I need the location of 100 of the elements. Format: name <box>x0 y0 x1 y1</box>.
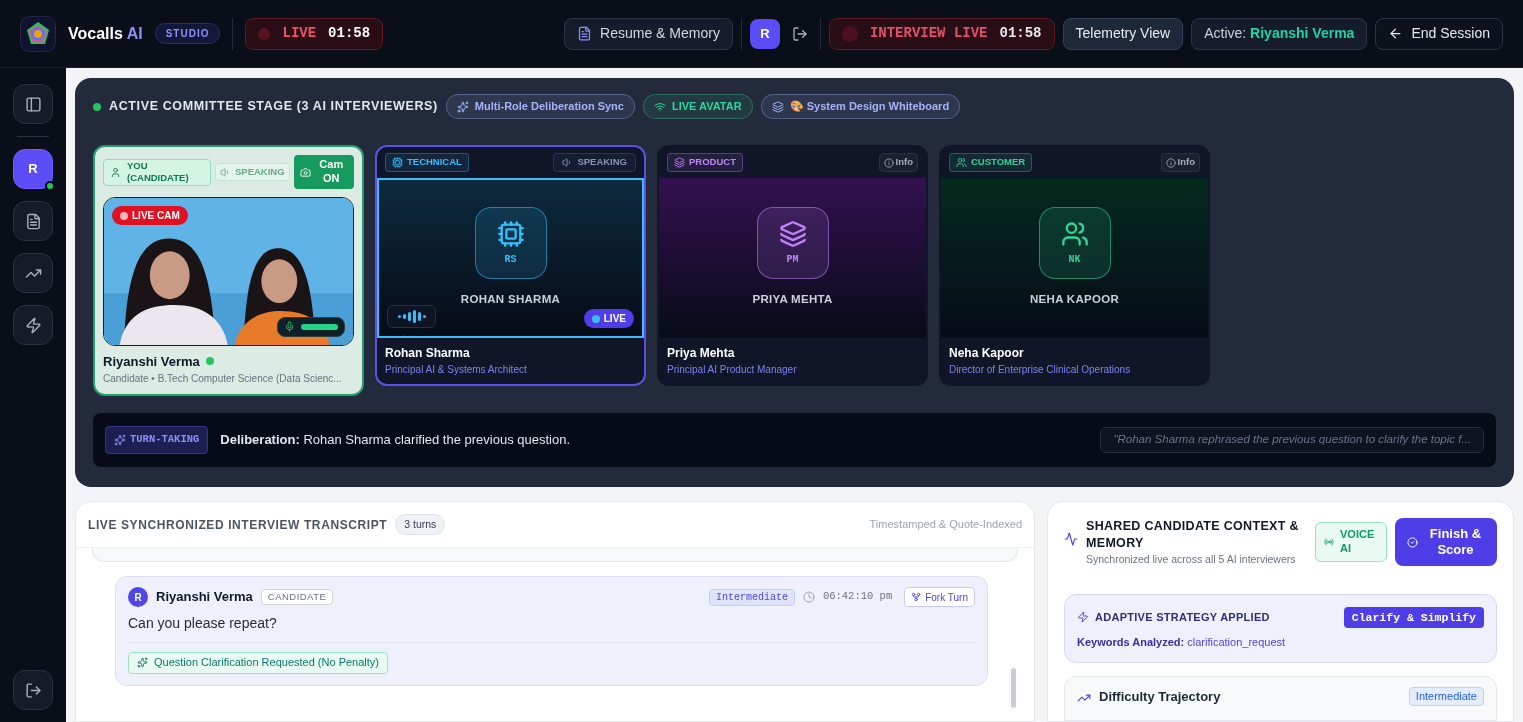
info-button[interactable]: Info <box>878 153 918 172</box>
keywords-line: Keywords Analyzed: clarification_request <box>1077 634 1287 650</box>
speaker-icon <box>219 166 231 178</box>
turn-taking-badge: TURN-TAKING <box>105 426 209 454</box>
chip-icon <box>392 157 403 168</box>
difficulty-title: Difficulty Trajectory <box>1099 688 1221 707</box>
logo-icon <box>20 15 56 52</box>
activity-icon <box>1064 532 1078 546</box>
broadcast-icon <box>1324 537 1334 547</box>
feature-tag: LIVE AVATAR <box>642 94 753 119</box>
avatar-initials: NK <box>1068 252 1081 267</box>
check-circle-icon <box>1407 536 1418 548</box>
brand-name: Vocalls AI <box>68 23 143 44</box>
sidebar-nav-button[interactable] <box>13 84 53 124</box>
role-badge: PRODUCT <box>667 153 743 172</box>
info-button[interactable]: Info <box>1160 153 1200 172</box>
camera-icon <box>299 166 311 178</box>
feature-tag: 🎨 System Design Whiteboard <box>760 94 961 119</box>
message-text: Can you please repeat? <box>128 614 278 633</box>
finish-score-button[interactable]: Finish & Score <box>1395 518 1497 566</box>
sparkles-icon <box>137 657 148 668</box>
voice-ai-badge: VOICE AI <box>1315 522 1387 562</box>
transcript-note: Timestamped & Quote-Indexed <box>869 517 1022 533</box>
feature-tag: Multi-Role Deliberation Sync <box>445 94 635 119</box>
candidate-subtitle: Candidate • B.Tech Computer Science (Data Scienc... <box>103 372 343 386</box>
live-cam-badge: LIVE CAM <box>112 206 188 225</box>
user-avatar[interactable]: R <box>749 18 780 49</box>
sidebar-nav-button[interactable] <box>13 305 53 345</box>
strategy-badge: Clarify & Simplify <box>1343 606 1484 628</box>
layers-icon <box>778 219 807 248</box>
candidate-badge: YOU (CANDIDATE) <box>103 158 211 186</box>
level-label: Intermediate <box>708 588 795 606</box>
telemetry-button[interactable]: Telemetry View <box>1062 17 1184 50</box>
sidebar-panel-icon <box>24 95 42 113</box>
interviewer-display-name: ROHAN SHARMA <box>460 292 561 308</box>
role-label: CANDIDATE <box>260 588 334 606</box>
sidebar-nav-button[interactable] <box>13 253 53 293</box>
deliberation-quote: "Rohan Sharma rephrased the previous question to clarify the topic f... <box>1100 427 1484 453</box>
message-avatar: R <box>128 587 148 607</box>
difficulty-badge: Intermediate <box>1408 687 1484 706</box>
layers-icon <box>771 100 784 113</box>
chip-icon <box>496 219 525 248</box>
resume-memory-button[interactable]: Resume & Memory <box>564 17 733 50</box>
voice-wave-icon <box>387 305 436 328</box>
interviewer-name: Priya Mehta <box>667 345 736 362</box>
candidate-name: Riyanshi Verma <box>103 352 200 371</box>
sparkles-icon <box>114 434 126 446</box>
turn-count-badge: 3 turns <box>395 513 446 536</box>
logout-icon[interactable] <box>791 25 808 42</box>
transcript-title: LIVE SYNCHRONIZED INTERVIEW TRANSCRIPT <box>88 516 388 534</box>
speaking-indicator: SPEAKING <box>553 153 636 172</box>
logout-icon <box>24 681 42 699</box>
role-badge: TECHNICAL <box>385 153 469 172</box>
interviewer-card[interactable]: CUSTOMER Info NK NEHA KAPOOR Neha Kapoor Director of Enterprise Clinical Operations <box>939 145 1210 386</box>
interviewer-name: Neha Kapoor <box>949 345 1025 362</box>
end-session-button[interactable]: End Session <box>1375 17 1503 50</box>
avatar-initials: PM <box>786 252 799 267</box>
lightning-icon <box>24 316 42 334</box>
edition-badge: STUDIO <box>154 23 221 44</box>
interviewer-title: Principal AI Product Manager <box>667 363 798 377</box>
message-author: Riyanshi Verma <box>156 588 253 607</box>
context-title: SHARED CANDIDATE CONTEXT & MEMORY <box>1086 518 1300 552</box>
info-icon <box>1165 157 1176 168</box>
document-icon <box>24 212 42 230</box>
live-timer: LIVE 01:58 <box>245 17 384 50</box>
interviewer-card[interactable]: TECHNICAL SPEAKING RS ROHAN SHARMA LIVE Rohan Sharma Principal AI & Systems Architect <box>375 145 646 386</box>
interviewer-name: Rohan Sharma <box>385 345 471 362</box>
logout-nav-button[interactable] <box>13 670 53 710</box>
deliberation-text: Deliberation: Rohan Sharma clarified the previous question. <box>220 431 571 450</box>
scrollbar-thumb[interactable] <box>1011 668 1016 708</box>
document-icon <box>577 26 593 41</box>
live-badge: LIVE <box>583 309 634 328</box>
layers-icon <box>674 157 685 168</box>
interviewer-display-name: PRIYA MEHTA <box>752 292 833 308</box>
user-icon <box>110 166 121 178</box>
fork-icon <box>911 592 922 602</box>
microphone-icon <box>284 321 295 332</box>
lightning-icon <box>1077 611 1089 624</box>
sidebar-avatar[interactable]: R <box>13 149 53 189</box>
info-icon <box>883 157 894 168</box>
strategy-title: ADAPTIVE STRATEGY APPLIED <box>1095 610 1270 625</box>
interviewer-title: Director of Enterprise Clinical Operations <box>949 363 1132 377</box>
wifi-icon <box>653 100 666 113</box>
clock-icon <box>802 591 815 603</box>
clarification-tag: Question Clarification Requested (No Penalty) <box>128 651 388 674</box>
sidebar-nav-button[interactable] <box>13 201 53 241</box>
people-icon <box>956 157 967 168</box>
interviewer-title: Principal AI & Systems Architect <box>385 363 528 377</box>
sparkles-icon <box>456 100 469 113</box>
interviewer-display-name: NEHA KAPOOR <box>1030 292 1119 308</box>
camera-toggle-button[interactable]: Cam ON <box>293 155 354 189</box>
interviewer-card[interactable]: PRODUCT Info PM PRIYA MEHTA Priya Mehta Principal AI Product Manager <box>657 145 928 386</box>
context-subtitle: Synchronized live across all 5 AI interviewers <box>1086 552 1297 567</box>
message-time: 06:42:10 pm <box>822 589 893 605</box>
role-badge: CUSTOMER <box>949 153 1033 172</box>
stage-title: ACTIVE COMMITTEE STAGE (3 AI INTERVIEWERS) <box>109 98 438 116</box>
avatar-initials: RS <box>504 252 517 267</box>
fork-turn-button[interactable]: Fork Turn <box>904 587 975 607</box>
speaking-indicator: SPEAKING <box>214 163 290 181</box>
active-user-label: Active: Riyanshi Verma <box>1191 17 1368 50</box>
